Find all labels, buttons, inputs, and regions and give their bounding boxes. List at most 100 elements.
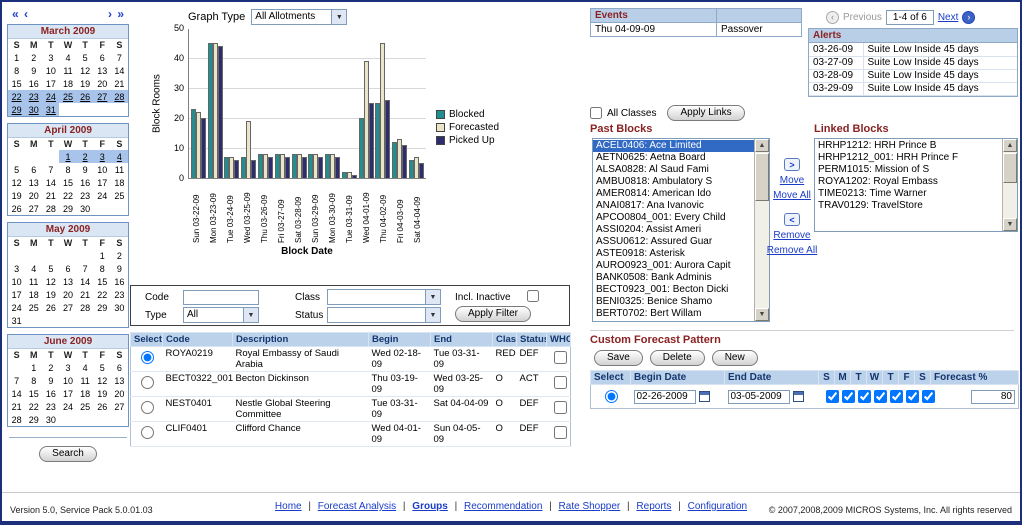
- list-item[interactable]: TRAV0129: TravelStore: [815, 200, 1002, 212]
- linked-blocks-listbox[interactable]: HRHP1212: HRH Prince BHRHP1212_001: HRH …: [814, 138, 1018, 232]
- calendar-day[interactable]: 14: [42, 176, 59, 189]
- calendar-day[interactable]: 1: [8, 51, 25, 64]
- calendar-day[interactable]: 7: [8, 374, 25, 387]
- calendar-day[interactable]: 13: [111, 374, 128, 387]
- calendar-day[interactable]: 29: [25, 413, 42, 426]
- calendar-day[interactable]: 10: [42, 64, 59, 77]
- calendar-day[interactable]: 25: [111, 189, 128, 202]
- calendar-day[interactable]: 27: [94, 90, 111, 103]
- calendar-day[interactable]: 8: [25, 374, 42, 387]
- day-checkbox-6[interactable]: [922, 390, 935, 403]
- calendar-day[interactable]: 22: [59, 189, 76, 202]
- apply-links-button[interactable]: Apply Links: [667, 105, 744, 121]
- who-checkbox[interactable]: [554, 351, 567, 364]
- calendar-day[interactable]: 7: [111, 51, 128, 64]
- footer-link-forecast-analysis[interactable]: Forecast Analysis: [318, 501, 396, 512]
- calendar-day[interactable]: 8: [8, 64, 25, 77]
- calendar-day[interactable]: 3: [59, 361, 76, 374]
- calendar-day[interactable]: 15: [59, 176, 76, 189]
- previous-page-icon[interactable]: ‹: [826, 11, 839, 24]
- calendar-day[interactable]: 16: [42, 387, 59, 400]
- footer-link-groups[interactable]: Groups: [412, 501, 448, 512]
- calendar-day[interactable]: 25: [25, 301, 42, 314]
- day-checkbox-5[interactable]: [906, 390, 919, 403]
- calendar-day[interactable]: 21: [111, 77, 128, 90]
- day-checkbox-1[interactable]: [842, 390, 855, 403]
- calendar-day[interactable]: 11: [59, 64, 76, 77]
- calendar-day[interactable]: 30: [25, 103, 42, 116]
- list-item[interactable]: HRHP1212_001: HRH Prince F: [815, 152, 1002, 164]
- calendar-day[interactable]: 30: [77, 202, 94, 215]
- calendar-day[interactable]: 28: [42, 202, 59, 215]
- calendar-day[interactable]: 15: [8, 77, 25, 90]
- calendar-day[interactable]: 23: [111, 288, 128, 301]
- list-item[interactable]: TIME0213: Time Warner: [815, 188, 1002, 200]
- calendar-day[interactable]: 20: [111, 387, 128, 400]
- remove-all-link[interactable]: Remove All: [767, 245, 818, 256]
- calendar-day[interactable]: 2: [111, 249, 128, 262]
- move-arrow-icon[interactable]: >: [784, 158, 800, 171]
- calendar-day[interactable]: 24: [59, 400, 76, 413]
- calendar-day[interactable]: 19: [42, 288, 59, 301]
- list-item[interactable]: AMBU0818: Ambulatory S: [593, 176, 754, 188]
- list-item[interactable]: ROYA1202: Royal Embass: [815, 176, 1002, 188]
- all-classes-checkbox[interactable]: [590, 107, 602, 119]
- calendar-next-icon[interactable]: ›: [108, 7, 112, 21]
- remove-link[interactable]: Remove: [773, 230, 810, 241]
- class-select[interactable]: ▼: [327, 289, 441, 305]
- calendar-picker-icon[interactable]: [793, 391, 804, 402]
- calendar-day[interactable]: 21: [8, 400, 25, 413]
- list-item[interactable]: ASTE0918: Asterisk: [593, 248, 754, 260]
- calendar-day[interactable]: 12: [8, 176, 25, 189]
- calendar-day[interactable]: 15: [25, 387, 42, 400]
- list-item[interactable]: BENI0325: Benice Shamo: [593, 296, 754, 308]
- calendar-day[interactable]: 3: [42, 51, 59, 64]
- calendar-day[interactable]: 29: [59, 202, 76, 215]
- calendar-day[interactable]: 24: [42, 90, 59, 103]
- calendar-day[interactable]: 9: [77, 163, 94, 176]
- calendar-first-icon[interactable]: «: [12, 7, 19, 21]
- new-button[interactable]: New: [712, 350, 758, 366]
- calendar-day[interactable]: 24: [8, 301, 25, 314]
- block-select-radio[interactable]: [141, 376, 154, 389]
- calendar-day[interactable]: 26: [77, 90, 94, 103]
- calendar-day[interactable]: 21: [42, 189, 59, 202]
- calendar-day[interactable]: 25: [59, 90, 76, 103]
- calendar-day[interactable]: 30: [111, 301, 128, 314]
- block-select-radio[interactable]: [141, 401, 154, 414]
- footer-link-recommendation[interactable]: Recommendation: [464, 501, 542, 512]
- calendar-day[interactable]: 28: [77, 301, 94, 314]
- footer-link-rate-shopper[interactable]: Rate Shopper: [559, 501, 621, 512]
- calendar-day[interactable]: 4: [77, 361, 94, 374]
- list-item[interactable]: APCO0804_001: Every Child: [593, 212, 754, 224]
- next-page-icon[interactable]: ›: [962, 11, 975, 24]
- calendar-day[interactable]: 26: [8, 202, 25, 215]
- calendar-day[interactable]: 12: [77, 64, 94, 77]
- calendar-day[interactable]: 4: [111, 150, 128, 163]
- calendar-day[interactable]: 8: [59, 163, 76, 176]
- calendar-day[interactable]: 28: [111, 90, 128, 103]
- who-checkbox[interactable]: [554, 401, 567, 414]
- footer-link-configuration[interactable]: Configuration: [688, 501, 747, 512]
- list-item[interactable]: AMER0814: American Ido: [593, 188, 754, 200]
- calendar-day[interactable]: 16: [25, 77, 42, 90]
- forecast-percent-input[interactable]: [971, 390, 1015, 404]
- calendar-day[interactable]: 14: [77, 275, 94, 288]
- calendar-picker-icon[interactable]: [699, 391, 710, 402]
- scrollbar-thumb[interactable]: [1003, 153, 1017, 183]
- calendar-day[interactable]: 19: [77, 77, 94, 90]
- calendar-day[interactable]: 20: [59, 288, 76, 301]
- calendar-day[interactable]: 1: [94, 249, 111, 262]
- calendar-day[interactable]: 5: [8, 163, 25, 176]
- calendar-last-icon[interactable]: »: [117, 7, 124, 21]
- calendar-day[interactable]: 19: [94, 387, 111, 400]
- calendar-day[interactable]: 31: [8, 314, 25, 327]
- begin-date-input[interactable]: [634, 390, 696, 404]
- calendar-day[interactable]: 15: [94, 275, 111, 288]
- calendar-day[interactable]: 23: [42, 400, 59, 413]
- calendar-day[interactable]: 3: [8, 262, 25, 275]
- list-item[interactable]: ACEL0406: Ace Limited: [593, 140, 754, 152]
- delete-button[interactable]: Delete: [650, 350, 705, 366]
- calendar-day[interactable]: 10: [59, 374, 76, 387]
- calendar-day[interactable]: 12: [94, 374, 111, 387]
